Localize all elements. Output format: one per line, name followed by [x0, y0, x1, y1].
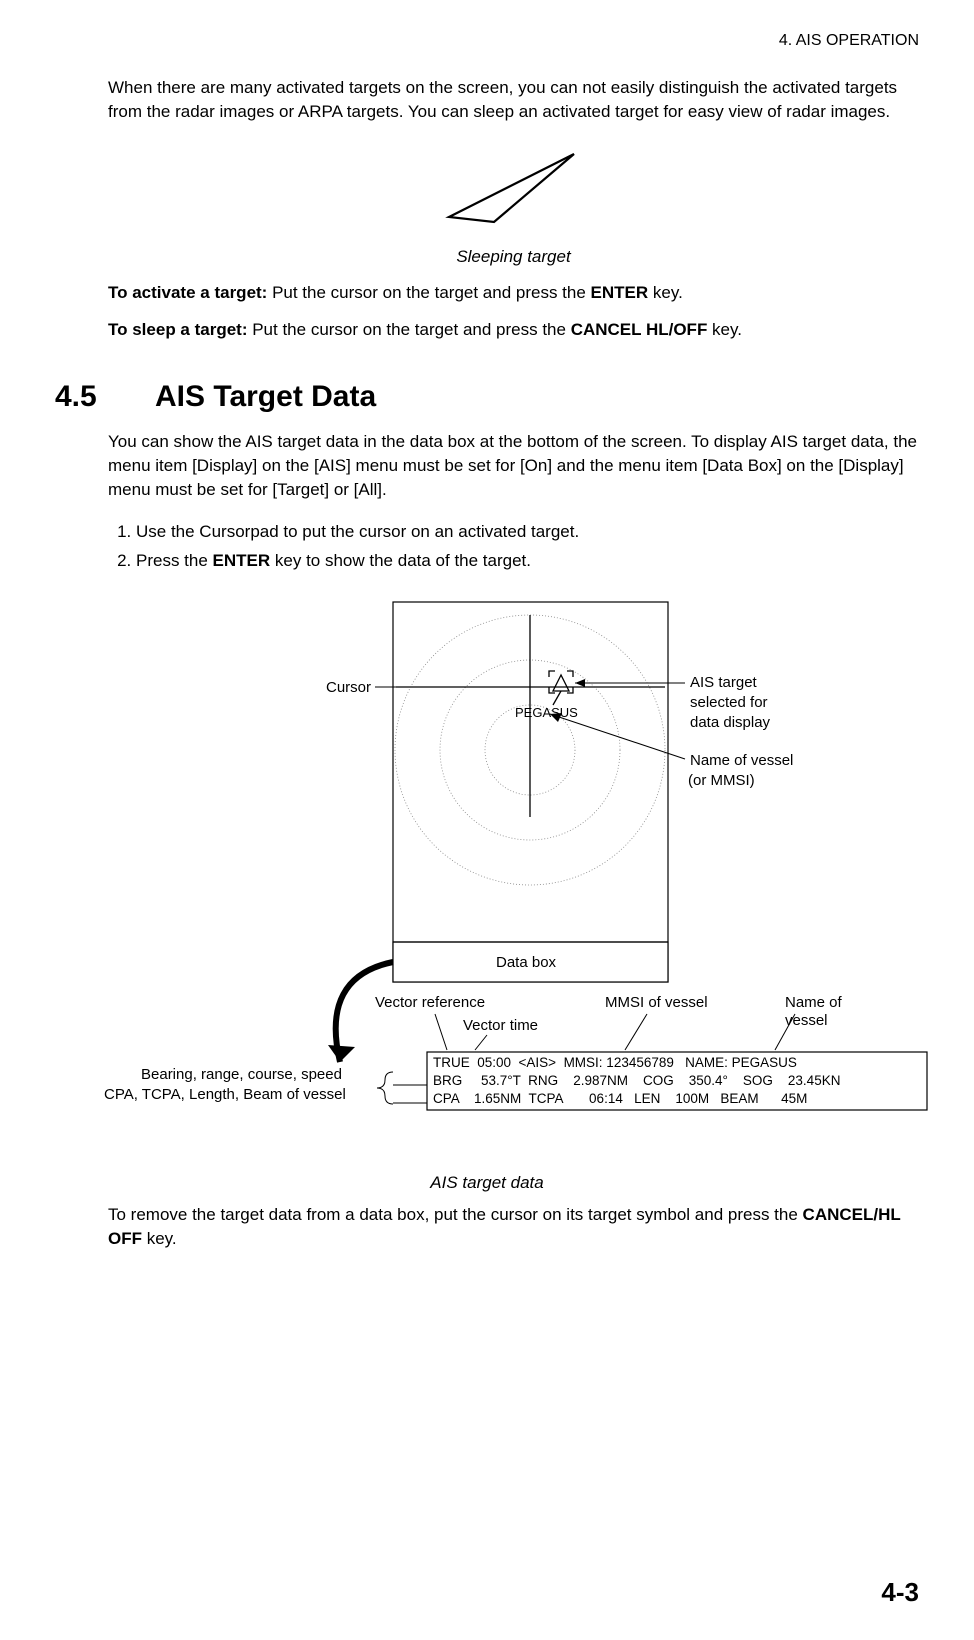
sleep-text: Put the cursor on the target and press t…: [248, 320, 571, 339]
sleep-instruction: To sleep a target: Put the cursor on the…: [108, 318, 919, 342]
intro-paragraph: When there are many activated targets on…: [108, 76, 919, 124]
activate-text: Put the cursor on the target and press t…: [267, 283, 590, 302]
ais-figure: PEGASUS Cursor AIS target selected for d…: [55, 587, 919, 1167]
ais-figure-caption: AIS target data: [55, 1171, 919, 1195]
section-heading: 4.5 AIS Target Data: [55, 376, 919, 418]
vector-time-label: Vector time: [463, 1017, 538, 1034]
databox-line2: BRG 53.7°T RNG 2.987NM COG 350.4° SOG 23…: [433, 1073, 840, 1088]
step-2: Press the ENTER key to show the data of …: [136, 549, 919, 573]
sleeping-target-caption: Sleeping target: [108, 245, 919, 269]
ais-selected-l2: selected for: [690, 694, 768, 711]
enter-key: ENTER: [591, 283, 649, 302]
activate-tail: key.: [648, 283, 683, 302]
mmsi-label: MMSI of vessel: [605, 994, 708, 1011]
cancel-key: CANCEL HL/OFF: [571, 320, 708, 339]
section-number: 4.5: [55, 376, 155, 418]
left-l1: Bearing, range, course, speed: [141, 1066, 342, 1083]
page-header: 4. AIS OPERATION: [55, 30, 919, 52]
sleep-label: To sleep a target:: [108, 320, 248, 339]
cursor-label: Cursor: [326, 679, 371, 696]
section-title: AIS Target Data: [155, 376, 376, 418]
outro-b: key.: [142, 1229, 177, 1248]
name-vessel-l1: Name of vessel: [690, 752, 793, 769]
data-box-label: Data box: [496, 954, 557, 971]
pegasus-label: PEGASUS: [515, 705, 578, 720]
ais-selected-l3: data display: [690, 714, 771, 731]
left-l2: CPA, TCPA, Length, Beam of vessel: [104, 1086, 346, 1103]
activate-label: To activate a target:: [108, 283, 267, 302]
databox-line1: TRUE 05:00 <AIS> MMSI: 123456789 NAME: P…: [433, 1055, 797, 1070]
vector-ref-label: Vector reference: [375, 994, 485, 1011]
steps-list: Use the Cursorpad to put the cursor on a…: [108, 520, 919, 574]
step2-key: ENTER: [213, 551, 271, 570]
name-vessel-l2: (or MMSI): [688, 772, 755, 789]
step2-b: key to show the data of the target.: [270, 551, 531, 570]
databox-line3: CPA 1.65NM TCPA 06:14 LEN 100M BEAM 45M: [433, 1091, 807, 1106]
step2-a: Press the: [136, 551, 213, 570]
activate-instruction: To activate a target: Put the cursor on …: [108, 281, 919, 305]
page-number: 4-3: [881, 1574, 919, 1610]
nameof-l1: Name of: [785, 994, 843, 1011]
ais-selected-l1: AIS target: [690, 674, 758, 691]
section-paragraph: You can show the AIS target data in the …: [108, 430, 919, 501]
outro-paragraph: To remove the target data from a data bo…: [108, 1203, 919, 1251]
step-1: Use the Cursorpad to put the cursor on a…: [136, 520, 919, 544]
sleeping-target-figure: [108, 142, 919, 239]
sleep-tail: key.: [707, 320, 742, 339]
outro-a: To remove the target data from a data bo…: [108, 1205, 803, 1224]
